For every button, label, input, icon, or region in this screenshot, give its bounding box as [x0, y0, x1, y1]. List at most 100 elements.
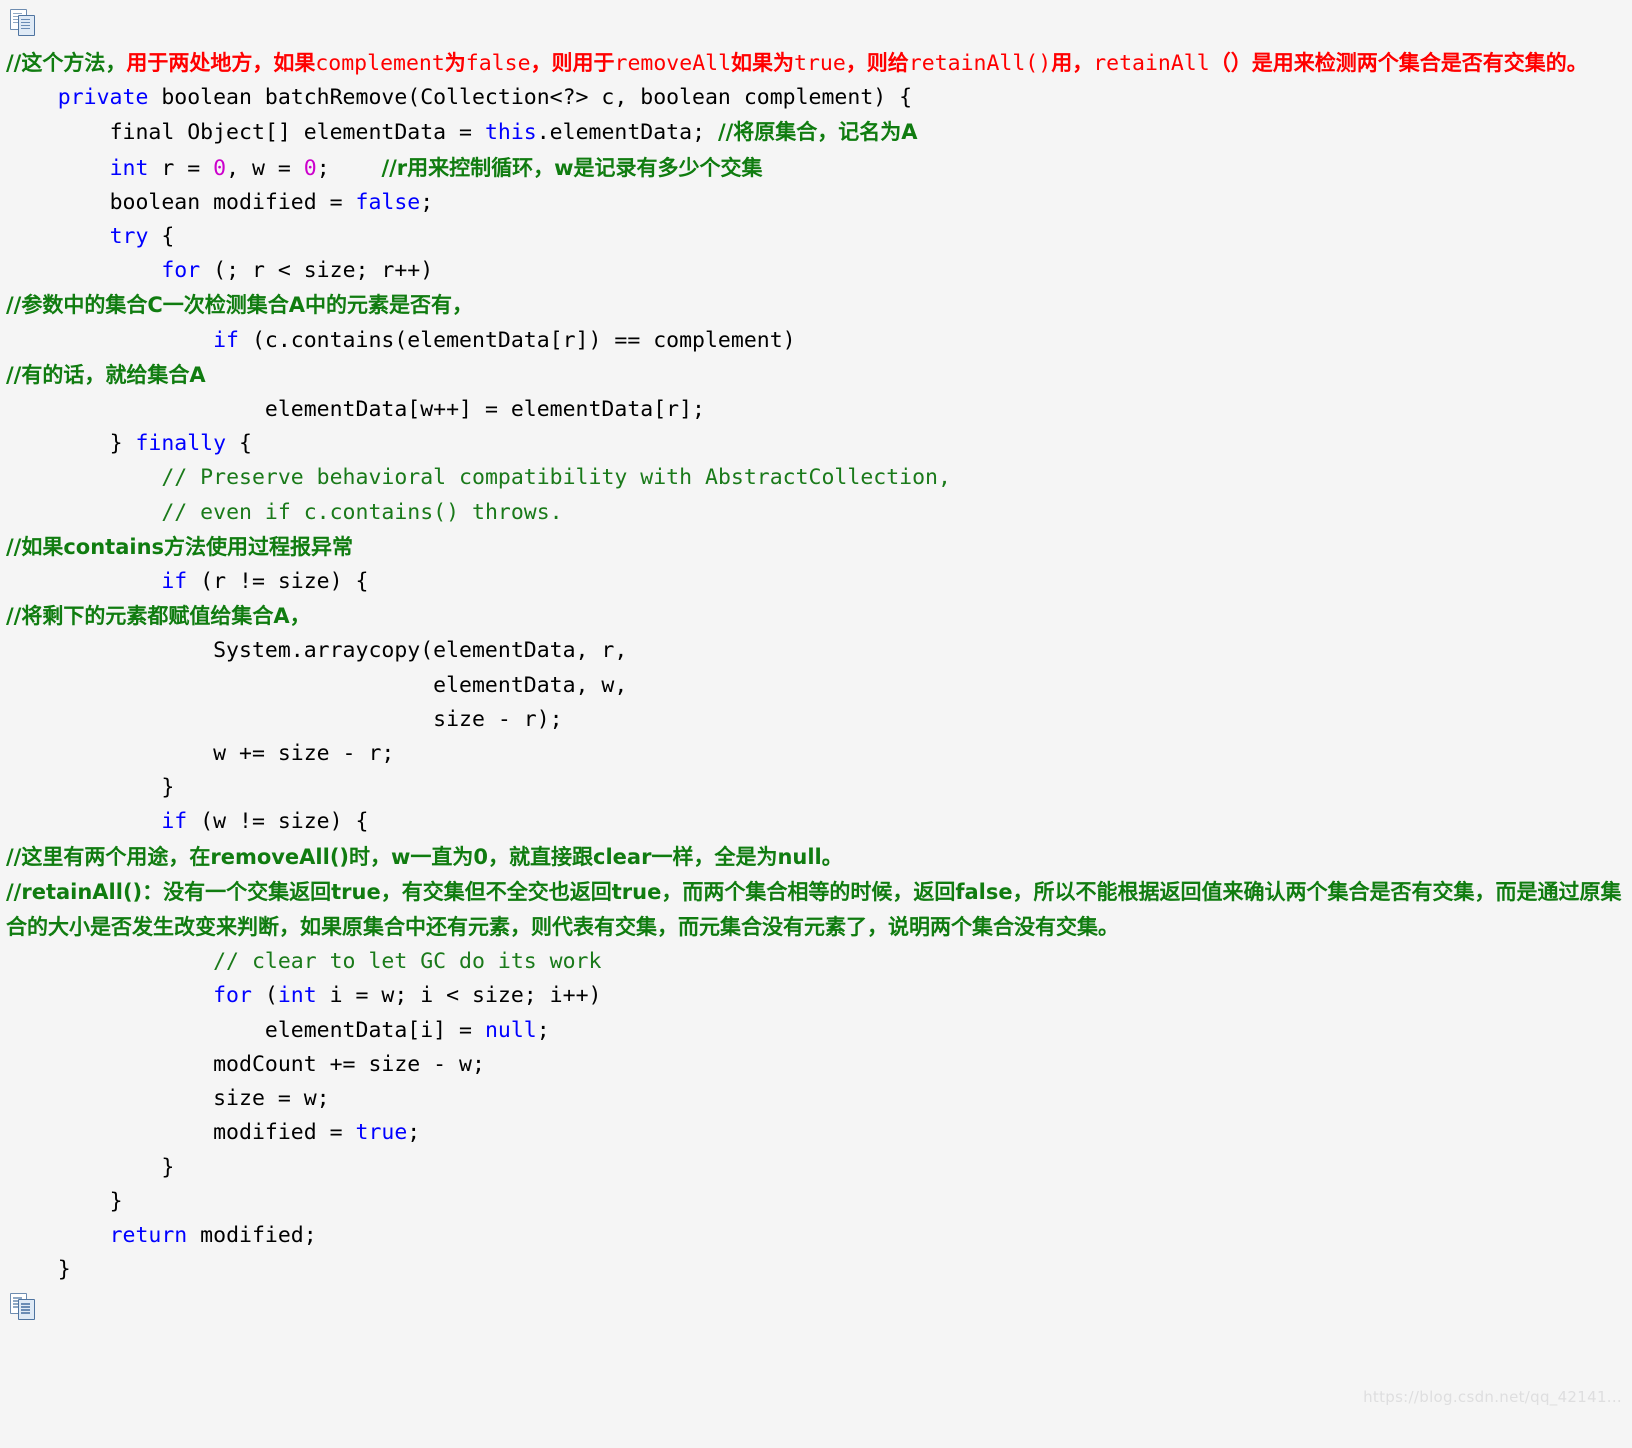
code-token: size = w;: [6, 1086, 330, 1112]
code-line: // Preserve behavioral compatibility wit…: [6, 461, 1626, 495]
code-token: if: [161, 569, 188, 595]
code-token: int: [109, 155, 149, 181]
code-line: return modified;: [6, 1219, 1626, 1253]
code-line: elementData[i] = null;: [6, 1014, 1626, 1048]
code-line: }: [6, 771, 1626, 805]
code-token: {: [148, 224, 175, 250]
code-line: for (; r < size; r++): [6, 254, 1626, 288]
code-line: modified = true;: [6, 1116, 1626, 1150]
copy-icon-front-sheet: [18, 1299, 35, 1321]
code-token: //这个方法，: [6, 51, 127, 75]
code-line: boolean modified = false;: [6, 186, 1626, 220]
code-line: }: [6, 1185, 1626, 1219]
code-token: (: [251, 983, 278, 1009]
code-token: // even if c.contains() throws.: [161, 499, 563, 525]
code-line: if (w != size) {: [6, 805, 1626, 839]
code-line: }: [6, 1253, 1626, 1287]
code-line: // clear to let GC do its work: [6, 945, 1626, 979]
code-token: boolean modified =: [6, 189, 356, 215]
code-line: //这里有两个用途，在removeAll()时，w一直为0，就直接跟clear一…: [6, 840, 1626, 875]
code-token: for: [213, 983, 252, 1009]
code-token: 0: [213, 155, 227, 181]
code-line: //参数中的集合C一次检测集合A中的元素是否有，: [6, 288, 1626, 323]
code-token: //retainAll()：没有一个交集返回true，有交集但不全交也返回tru…: [6, 879, 1622, 940]
code-token: (r != size) {: [187, 569, 369, 595]
code-token: ，则用于: [530, 51, 615, 75]
code-token: return: [109, 1222, 188, 1248]
code-token: 如果为: [731, 51, 795, 75]
code-line: //如果contains方法使用过程报异常: [6, 530, 1626, 565]
code-token: }: [6, 1188, 123, 1214]
bottom-copy-icon-row: [0, 1287, 1632, 1327]
code-token: ;: [316, 155, 382, 181]
code-token: if: [161, 809, 188, 835]
code-token: boolean batchRemove(Collection<?> c, boo…: [148, 85, 913, 111]
code-token: complement: [315, 51, 445, 76]
code-line: size - r);: [6, 703, 1626, 737]
code-token: ;: [407, 1120, 421, 1146]
code-token: .elementData;: [536, 120, 718, 146]
code-token: // Preserve behavioral compatibility wit…: [161, 465, 951, 491]
code-line: w += size - r;: [6, 737, 1626, 771]
code-line: modCount += size - w;: [6, 1048, 1626, 1082]
code-token: }: [6, 775, 175, 801]
code-token: true: [794, 51, 846, 76]
code-token: //将原集合，记名为A: [717, 120, 918, 145]
code-token: modified;: [187, 1222, 317, 1248]
watermark: https://blog.csdn.net/qq_42141...: [1363, 1388, 1622, 1406]
code-line: elementData[w++] = elementData[r];: [6, 393, 1626, 427]
code-token: elementData, w,: [6, 672, 628, 698]
code-token: ;: [420, 189, 434, 215]
code-token: modCount += size - w;: [6, 1051, 485, 1077]
code-token: //有的话，就给集合A: [6, 362, 206, 387]
code-token: (; r < size; r++): [200, 258, 434, 284]
code-token: size - r);: [6, 706, 563, 732]
code-token: }: [6, 1257, 71, 1283]
code-token: , w =: [226, 155, 304, 181]
copy-icon-front-sheet: [18, 15, 35, 36]
code-line: final Object[] elementData = this.elemen…: [6, 115, 1626, 150]
code-token: false: [465, 51, 531, 76]
code-token: i = w; i < size; i++): [316, 983, 602, 1009]
copy-icon[interactable]: [10, 9, 36, 37]
code-line: if (c.contains(elementData[r]) == comple…: [6, 324, 1626, 358]
code-token: false: [355, 189, 421, 215]
code-line: System.arraycopy(elementData, r,: [6, 634, 1626, 668]
code-line: // even if c.contains() throws.: [6, 496, 1626, 530]
copy-icon[interactable]: [10, 1293, 36, 1321]
code-token: (w != size) {: [187, 809, 369, 835]
code-lines-container: //这个方法，用于两处地方，如果complement为false，则用于remo…: [0, 46, 1632, 1287]
code-token: modified =: [6, 1120, 356, 1146]
code-token: true: [355, 1120, 408, 1146]
code-line: //将剩下的元素都赋值给集合A，: [6, 599, 1626, 634]
code-line: if (r != size) {: [6, 565, 1626, 599]
code-token: 0: [303, 155, 317, 181]
code-token: 用于两处地方，如果: [126, 51, 316, 75]
code-line: //有的话，就给集合A: [6, 358, 1626, 393]
code-token: finally: [135, 431, 227, 457]
code-token: 用，: [1051, 51, 1094, 75]
code-line: } finally {: [6, 427, 1626, 461]
code-token: //将剩下的元素都赋值给集合A，: [6, 604, 311, 629]
code-line: private boolean batchRemove(Collection<?…: [6, 81, 1626, 115]
code-token: (c.contains(elementData[r]) == complemen…: [239, 327, 796, 353]
code-line: }: [6, 1151, 1626, 1185]
code-token: removeAll: [614, 51, 732, 76]
code-token: （）是用来检测两个集合是否有交集的。: [1209, 51, 1588, 75]
code-token: elementData[w++] = elementData[r];: [6, 397, 705, 423]
code-token: //参数中的集合C一次检测集合A中的元素是否有，: [6, 293, 474, 318]
code-token: ，则给: [845, 51, 909, 75]
code-token: }: [6, 1154, 175, 1180]
code-token: // clear to let GC do its work: [213, 949, 602, 975]
